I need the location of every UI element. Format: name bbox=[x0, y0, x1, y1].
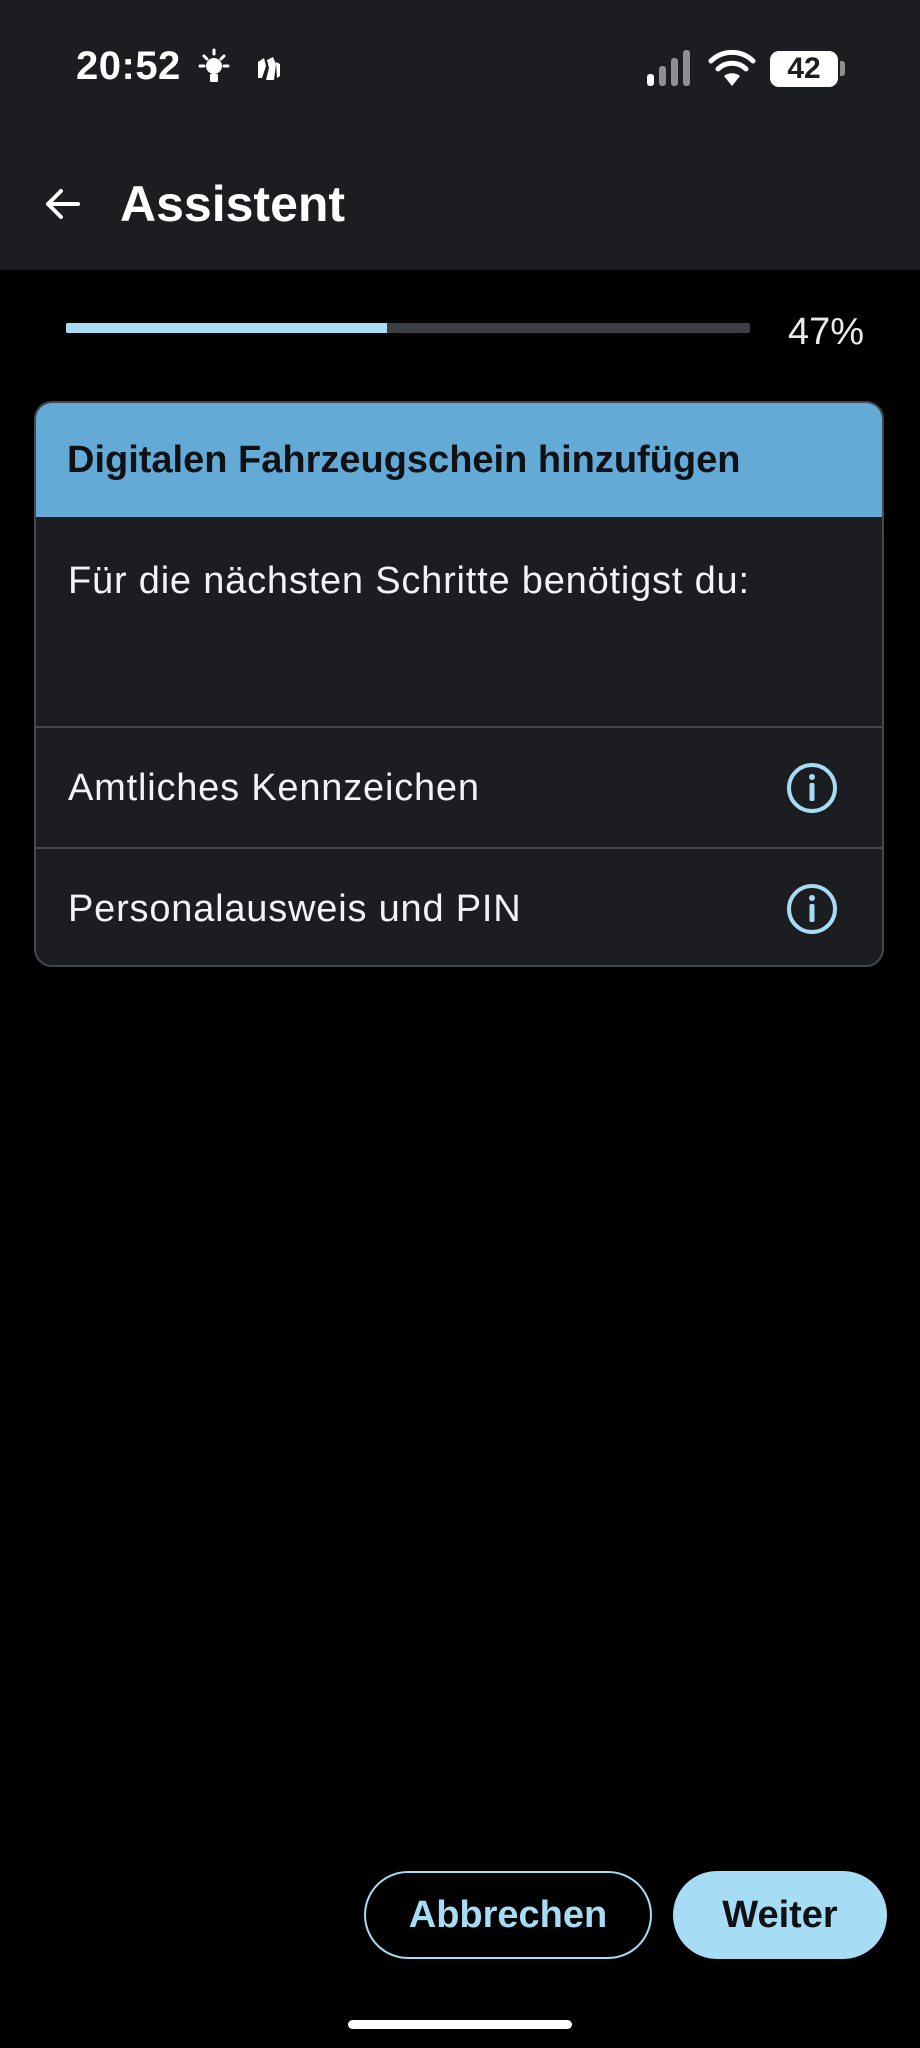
status-time: 20:52 bbox=[76, 44, 181, 88]
signal-icon bbox=[647, 50, 690, 86]
top-app-bar-area: 20:52 42 Assistent bbox=[0, 0, 920, 270]
battery-level: 42 bbox=[787, 52, 821, 85]
lightbulb-icon bbox=[198, 48, 230, 82]
page-title: Assistent bbox=[120, 176, 346, 232]
back-button[interactable] bbox=[26, 168, 98, 240]
wifi-icon bbox=[708, 50, 756, 86]
progress-bar bbox=[66, 323, 750, 333]
list-item-label: Amtliches Kennzeichen bbox=[68, 767, 480, 809]
info-button-personalausweis[interactable] bbox=[782, 879, 842, 939]
info-button-kennzeichen[interactable] bbox=[782, 758, 842, 818]
progress-bar-fill bbox=[66, 323, 388, 333]
next-button[interactable]: Weiter bbox=[673, 1871, 887, 1959]
list-item-label: Personalausweis und PIN bbox=[68, 888, 522, 930]
progress-percentage: 47% bbox=[787, 311, 864, 353]
list-item-kennzeichen: Amtliches Kennzeichen bbox=[36, 726, 882, 848]
card-intro-text: Für die nächsten Schritte benötigst du: bbox=[68, 560, 750, 602]
info-icon bbox=[787, 763, 837, 813]
card-title: Digitalen Fahrzeugschein hinzufügen bbox=[67, 439, 741, 481]
cancel-button[interactable]: Abbrechen bbox=[364, 1871, 652, 1959]
hands-icon bbox=[258, 57, 280, 80]
card-header: Digitalen Fahrzeugschein hinzufügen bbox=[36, 403, 882, 517]
list-item-personalausweis: Personalausweis und PIN bbox=[36, 847, 882, 965]
home-indicator[interactable] bbox=[348, 2020, 572, 2029]
battery-tip bbox=[840, 61, 845, 76]
requirements-card: Digitalen Fahrzeugschein hinzufügen Für … bbox=[34, 401, 884, 967]
arrow-left-icon bbox=[46, 189, 80, 219]
info-icon bbox=[787, 884, 837, 934]
